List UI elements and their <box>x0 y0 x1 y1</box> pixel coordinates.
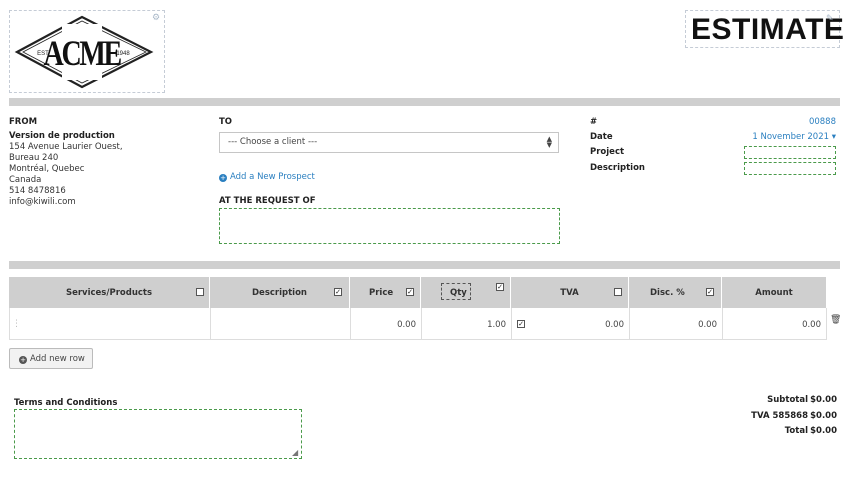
column-label: Disc. % <box>650 288 685 298</box>
from-address-line: 154 Avenue Laurier Ouest, <box>9 142 123 152</box>
terms-label: Terms and Conditions <box>14 398 118 408</box>
column-label: TVA <box>560 288 579 298</box>
column-header-price[interactable]: Price ✓ <box>350 277 421 308</box>
discount-value: 0.00 <box>698 320 717 330</box>
items-table-header: Services/Products Description ✓ Price ✓ … <box>9 277 826 308</box>
price-value: 0.00 <box>397 320 416 330</box>
client-select-value: --- Choose a client --- <box>228 137 318 147</box>
plus-circle-icon: + <box>19 356 27 364</box>
company-logo-frame[interactable]: ACME EST 1948 ⚙ <box>9 10 165 93</box>
total-label: Total <box>784 426 808 436</box>
from-label: FROM <box>9 117 38 127</box>
tva-total-value: $0.00 <box>810 411 837 421</box>
subtotal-row: Subtotal $0.00 <box>640 395 837 407</box>
column-label: Price <box>369 288 394 298</box>
column-label: Services/Products <box>65 288 153 298</box>
description-label: Description <box>590 163 645 173</box>
qty-value: 1.00 <box>487 320 506 330</box>
acme-logo: ACME EST 1948 <box>14 15 154 89</box>
tva-total-label: TVA 585868 <box>751 411 808 421</box>
edit-icon[interactable]: ✎ <box>826 14 836 24</box>
from-section: FROM Version de production 154 Avenue La… <box>9 117 189 208</box>
column-toggle-checkbox[interactable] <box>196 288 204 296</box>
gear-icon[interactable]: ⚙ <box>152 14 161 23</box>
tva-value: 0.00 <box>605 320 624 330</box>
tva-total-row: TVA 585868 $0.00 <box>640 411 837 423</box>
resize-handle-icon[interactable]: ◢ <box>292 449 300 457</box>
description-cell[interactable] <box>211 308 351 340</box>
total-value: $0.00 <box>810 426 837 436</box>
logo-wordmark: ACME <box>44 33 121 73</box>
from-address-line: Canada <box>9 175 42 185</box>
subtotal-value: $0.00 <box>810 395 837 405</box>
estimate-number-row: # 00888 <box>590 117 840 129</box>
project-label: Project <box>590 147 625 157</box>
column-header-discount[interactable]: Disc. % ✓ <box>629 277 722 308</box>
column-label: Amount <box>755 288 793 298</box>
total-row: Total $0.00 <box>640 426 837 438</box>
select-arrows-icon: ▲ ▼ <box>546 135 552 149</box>
add-row-label: Add new row <box>30 354 85 364</box>
add-prospect-link[interactable]: + Add a New Prospect <box>219 172 315 182</box>
date-row: Date 1 November 2021 ▾ <box>590 132 840 144</box>
amount-cell: 0.00 <box>723 308 827 340</box>
column-header-qty[interactable]: Qty ✓ <box>421 277 511 308</box>
column-label: Qty <box>450 288 467 298</box>
from-phone: 514 8478816 <box>9 186 66 196</box>
to-label: TO <box>219 117 233 127</box>
from-email: info@kiwili.com <box>9 197 76 207</box>
column-label: Description <box>252 288 307 298</box>
table-row: ⋮ 0.00 1.00 ✓ 0.00 0.00 0.00 <box>9 308 827 340</box>
price-cell[interactable]: 0.00 <box>351 308 422 340</box>
logo-year: 1948 <box>116 51 130 57</box>
project-field[interactable] <box>744 146 836 159</box>
request-field[interactable] <box>219 208 560 244</box>
column-toggle-checkbox[interactable]: ✓ <box>496 283 504 291</box>
date-label: Date <box>590 132 613 142</box>
document-title: ESTIMATE <box>691 13 845 46</box>
from-company: Version de production <box>9 131 115 141</box>
description-field[interactable] <box>744 162 836 175</box>
logo-est: EST <box>37 51 49 57</box>
drag-handle-icon[interactable]: ⋮ <box>12 318 21 330</box>
column-toggle-checkbox[interactable]: ✓ <box>334 288 342 296</box>
trash-icon[interactable]: 🗑 <box>830 315 841 325</box>
add-row-button[interactable]: + Add new row <box>9 348 93 369</box>
add-prospect-label: Add a New Prospect <box>230 172 315 182</box>
tva-checkbox[interactable]: ✓ <box>517 320 525 328</box>
service-cell[interactable]: ⋮ <box>10 308 211 340</box>
tva-cell[interactable]: ✓ 0.00 <box>512 308 630 340</box>
section-divider <box>9 261 840 269</box>
qty-cell[interactable]: 1.00 <box>422 308 512 340</box>
from-address-line: Montréal, Quebec <box>9 164 85 174</box>
column-header-description[interactable]: Description ✓ <box>210 277 350 308</box>
discount-cell[interactable]: 0.00 <box>630 308 723 340</box>
document-title-frame[interactable]: ESTIMATE ✎ <box>685 10 844 48</box>
number-label: # <box>590 117 598 127</box>
date-picker[interactable]: 1 November 2021 ▾ <box>752 132 836 142</box>
column-header-tva[interactable]: TVA <box>511 277 629 308</box>
amount-value: 0.00 <box>802 320 821 330</box>
column-toggle-checkbox[interactable]: ✓ <box>706 288 714 296</box>
terms-textarea[interactable]: ◢ <box>14 409 302 459</box>
column-toggle-checkbox[interactable]: ✓ <box>406 288 414 296</box>
client-select[interactable]: --- Choose a client --- ▲ ▼ <box>219 132 559 153</box>
section-divider <box>9 98 840 106</box>
estimate-number[interactable]: 00888 <box>809 117 836 127</box>
column-header-amount: Amount <box>722 277 826 308</box>
plus-circle-icon: + <box>219 174 227 182</box>
subtotal-label: Subtotal <box>767 395 808 405</box>
request-label: AT THE REQUEST OF <box>219 196 316 206</box>
column-header-services[interactable]: Services/Products <box>9 277 210 308</box>
from-address-line: Bureau 240 <box>9 153 59 163</box>
column-toggle-checkbox[interactable] <box>614 288 622 296</box>
